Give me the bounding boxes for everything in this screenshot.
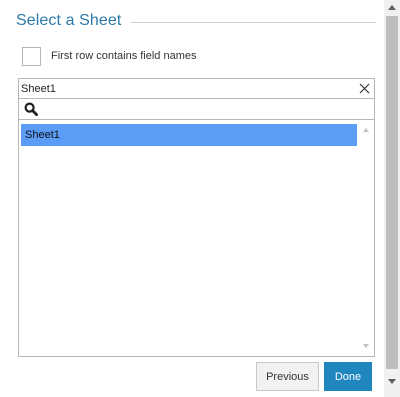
scroll-down-arrow-icon[interactable]	[363, 344, 369, 348]
page-scrollbar[interactable]	[384, 0, 400, 397]
close-icon[interactable]	[354, 79, 374, 98]
previous-button[interactable]: Previous	[256, 362, 319, 391]
sheet-list: Sheet1	[18, 120, 375, 357]
selected-sheet-value: Sheet1	[21, 82, 56, 95]
first-row-checkbox[interactable]	[22, 46, 41, 66]
page-title: Select a Sheet	[16, 12, 122, 29]
scrollbar-thumb[interactable]	[386, 16, 398, 369]
first-row-option[interactable]: First row contains field names	[22, 46, 197, 66]
select-sheet-dialog: Select a Sheet First row contains field …	[0, 0, 400, 397]
section-header: Select a Sheet	[16, 10, 376, 32]
list-scrollbar[interactable]	[358, 120, 374, 356]
search-input[interactable]	[41, 100, 374, 118]
scroll-up-arrow-icon[interactable]	[363, 128, 369, 132]
list-item[interactable]: Sheet1	[21, 124, 357, 146]
scroll-down-icon[interactable]	[388, 379, 396, 384]
sheet-select-field[interactable]: Sheet1	[18, 78, 375, 99]
search-row	[18, 99, 375, 120]
search-icon	[21, 100, 41, 119]
done-button[interactable]: Done	[324, 362, 372, 391]
header-divider	[131, 21, 376, 23]
first-row-checkbox-label: First row contains field names	[51, 50, 197, 62]
scroll-up-icon[interactable]	[388, 5, 396, 10]
